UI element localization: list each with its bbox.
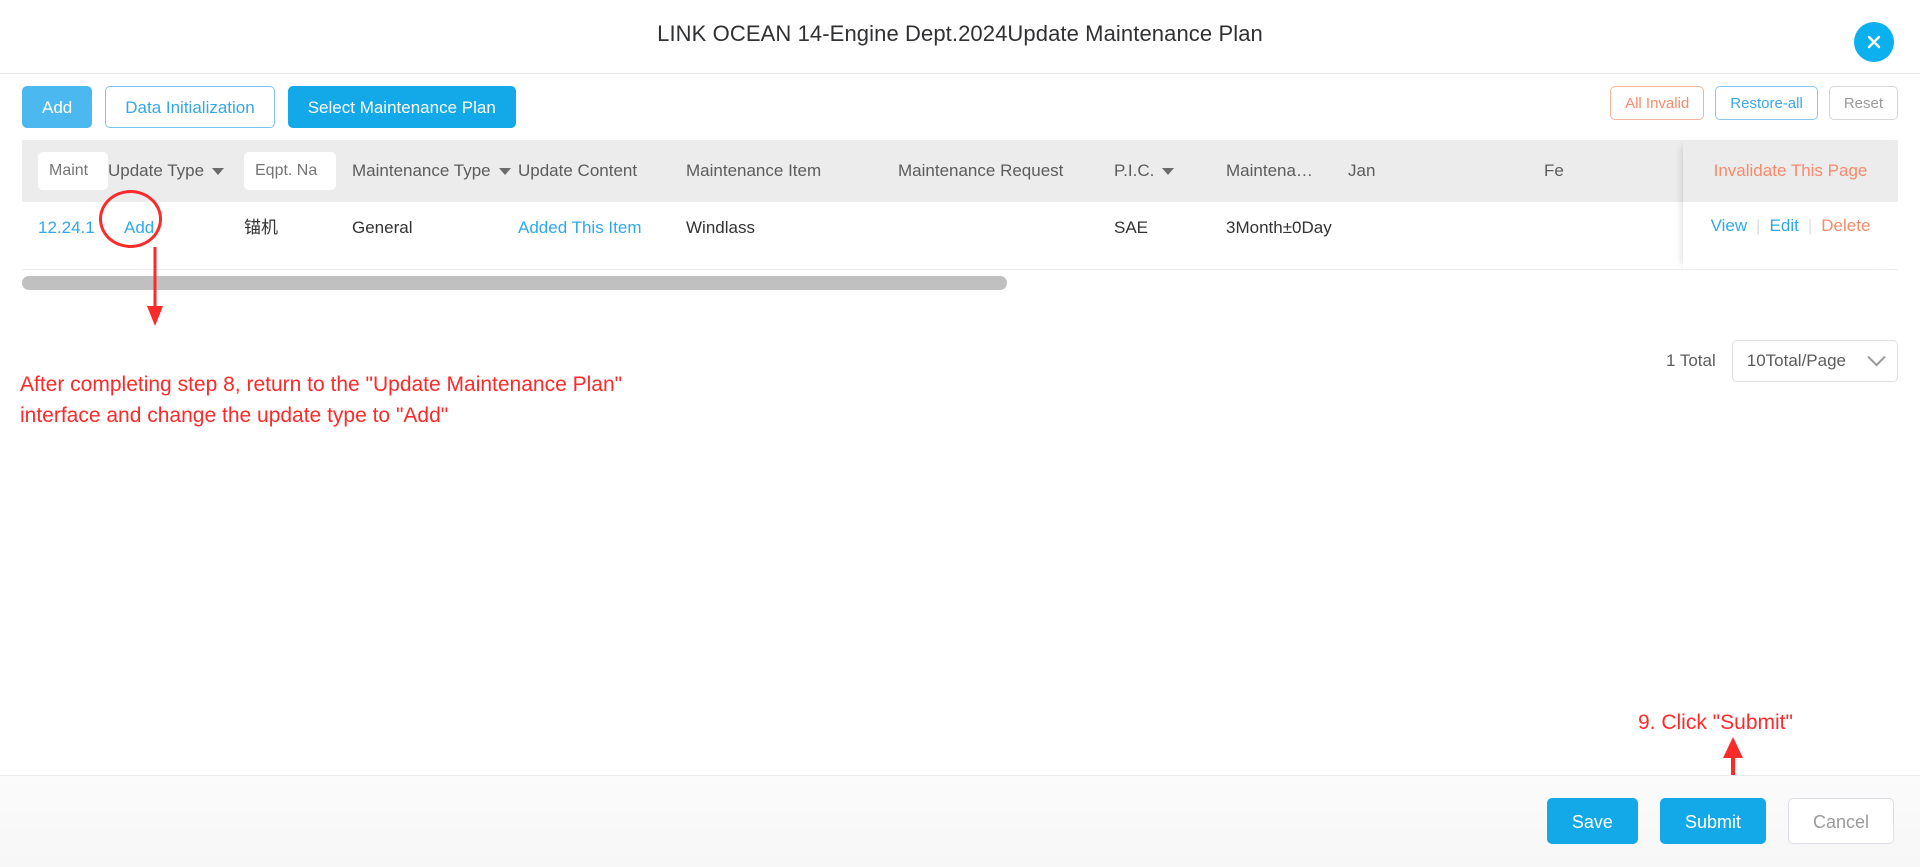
restore-all-button[interactable]: Restore-all <box>1715 86 1818 120</box>
table-row[interactable]: 12.24.1 Add 锚机 General Added This Item W… <box>22 202 1898 270</box>
toolbar-left-group: Add Data Initialization Select Maintenan… <box>22 86 516 128</box>
column-header-maintenance-interval: Maintena… <box>1226 161 1313 180</box>
action-separator: | <box>1756 216 1761 235</box>
cell-maintenance-item: Windlass <box>686 218 755 237</box>
all-invalid-button[interactable]: All Invalid <box>1610 86 1705 120</box>
column-header-update-type[interactable]: Update Type <box>108 161 230 181</box>
footer-button-group: Save Submit Cancel <box>1546 798 1894 844</box>
column-header-jan: Jan <box>1348 161 1376 180</box>
annotation-step9-note: 9. Click "Submit" <box>1638 711 1793 734</box>
dialog-footer: Save Submit Cancel <box>0 775 1920 867</box>
column-header-maint-no <box>22 152 108 190</box>
column-header-update-content: Update Content <box>518 161 638 180</box>
column-header-update-type-label: Update Type <box>108 161 205 180</box>
annotation-circle-add-cell <box>99 190 162 248</box>
dialog-header: LINK OCEAN 14-Engine Dept.2024Update Mai… <box>0 0 1920 74</box>
column-header-pic-label: P.I.C. <box>1114 161 1155 180</box>
edit-action-link[interactable]: Edit <box>1770 216 1799 236</box>
toolbar-right-group: All Invalid Restore-all Reset <box>1610 86 1898 120</box>
cell-maintenance-type: General <box>352 218 413 237</box>
close-icon[interactable] <box>1854 22 1894 62</box>
eqpt-name-filter-input[interactable] <box>244 152 336 190</box>
view-action-link[interactable]: View <box>1711 216 1748 236</box>
cell-eqpt-name: 锚机 <box>244 218 278 237</box>
invalidate-this-page-button[interactable]: Invalidate This Page <box>1683 140 1898 202</box>
chevron-down-icon <box>498 167 511 175</box>
column-header-pic[interactable]: P.I.C. <box>1114 161 1226 181</box>
scrollbar-thumb[interactable] <box>22 276 1007 290</box>
action-separator: | <box>1807 216 1813 235</box>
save-button[interactable]: Save <box>1546 798 1638 844</box>
chevron-down-icon <box>1867 347 1886 366</box>
chevron-down-icon <box>212 167 225 175</box>
submit-button[interactable]: Submit <box>1659 798 1766 844</box>
dialog-title: LINK OCEAN 14-Engine Dept.2024Update Mai… <box>657 21 1263 46</box>
table-header-row: Update Type Maintenance Type Update Cont… <box>22 140 1898 202</box>
cancel-button[interactable]: Cancel <box>1787 798 1894 844</box>
select-maintenance-plan-button[interactable]: Select Maintenance Plan <box>287 86 516 128</box>
cell-pic: SAE <box>1114 218 1149 237</box>
reset-button[interactable]: Reset <box>1828 86 1898 120</box>
delete-action-link[interactable]: Delete <box>1821 216 1870 236</box>
row-actions: View | Edit | Delete <box>1683 202 1898 270</box>
chevron-down-icon <box>1162 167 1175 175</box>
column-header-maintenance-type-label: Maintenance Type <box>352 161 491 180</box>
maintenance-plan-table: Update Type Maintenance Type Update Cont… <box>22 140 1898 270</box>
pagination-total-label: 1 Total <box>1665 351 1716 370</box>
cell-update-content[interactable]: Added This Item <box>518 216 686 240</box>
column-header-maintenance-type[interactable]: Maintenance Type <box>352 161 518 181</box>
column-header-maintenance-request: Maintenance Request <box>898 161 1064 180</box>
column-header-eqpt-name <box>230 152 352 190</box>
table-horizontal-scrollbar[interactable] <box>22 276 1898 290</box>
cell-maint-no[interactable]: 12.24.1 <box>22 216 108 240</box>
page-size-value: 10Total/Page <box>1746 351 1846 370</box>
data-initialization-button[interactable]: Data Initialization <box>105 86 275 128</box>
pagination: 1 Total 10Total/Page <box>1666 340 1898 382</box>
column-header-maintenance-item: Maintenance Item <box>686 161 822 180</box>
column-header-feb: Fe <box>1544 161 1564 180</box>
add-button[interactable]: Add <box>22 86 93 128</box>
cell-maintenance-interval: 3Month±0Day <box>1226 218 1332 237</box>
fixed-action-column: Invalidate This Page View | Edit | Delet… <box>1683 140 1898 270</box>
annotation-step8-note: After completing step 8, return to the "… <box>20 373 623 427</box>
page-size-select[interactable]: 10Total/Page <box>1731 340 1898 382</box>
toolbar: Add Data Initialization Select Maintenan… <box>0 74 1920 140</box>
maint-no-filter-input[interactable] <box>38 152 108 190</box>
